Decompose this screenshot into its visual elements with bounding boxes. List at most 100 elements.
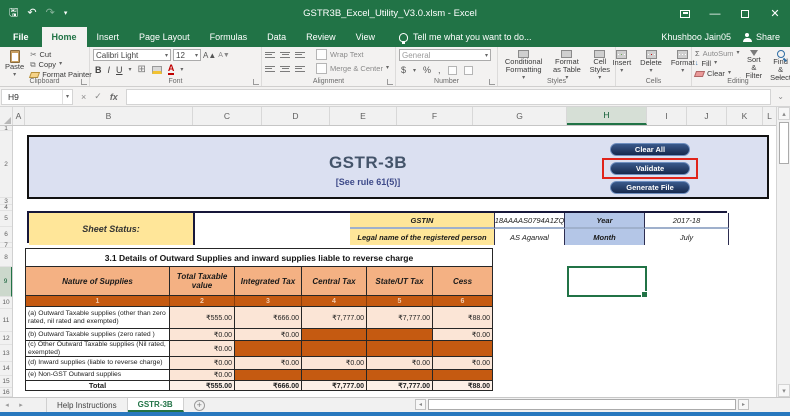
paste-button[interactable]: Paste ▾ (3, 49, 26, 80)
month-value-cell[interactable]: July (645, 229, 729, 245)
font-name-combo[interactable]: Calibri Light ▾ (93, 49, 171, 61)
year-label-cell[interactable]: Year (565, 213, 645, 229)
row-d-igst-cell[interactable]: ₹0.00 (235, 357, 302, 369)
row-header-8[interactable]: 8 (0, 248, 12, 267)
legal-name-value-cell[interactable]: AS Agarwal (495, 229, 565, 245)
column-header-d[interactable]: D (262, 107, 330, 125)
fill-color-icon[interactable] (151, 65, 162, 74)
row-header-10[interactable]: 10 (0, 297, 12, 309)
format-as-table-button[interactable]: Format as Table ▾ (550, 49, 583, 81)
row-d-sgst-cell[interactable]: ₹0.00 (367, 357, 433, 369)
redo-icon[interactable]: ↷ (46, 8, 55, 19)
row-header-11[interactable]: 11 (0, 309, 12, 332)
clear-button[interactable]: Clear ▾ (693, 69, 740, 78)
bold-button[interactable]: B (95, 65, 102, 75)
save-icon[interactable]: 🖫 (9, 8, 18, 19)
column-header-j[interactable]: J (687, 107, 727, 125)
align-right-icon[interactable] (295, 64, 305, 73)
row-a-cgst-cell[interactable]: ₹7,777.00 (302, 307, 367, 328)
column-header-f[interactable]: F (397, 107, 473, 125)
collapse-ribbon-icon[interactable]: ⌃ (776, 76, 782, 84)
shrink-font-icon[interactable]: A▼ (218, 52, 230, 59)
align-bottom-icon[interactable] (295, 50, 305, 59)
sheet-nav-right-icon[interactable]: ▸ (14, 398, 28, 412)
copy-button[interactable]: ⧉ Copy ▾ (30, 60, 92, 69)
delete-cells-button[interactable]: Delete ▾ (638, 49, 664, 76)
accounting-caret-icon[interactable]: ▾ (413, 67, 416, 74)
cancel-icon[interactable]: × (81, 92, 86, 102)
row-a-cess-cell[interactable]: ₹88.00 (433, 307, 492, 328)
month-label-cell[interactable]: Month (565, 229, 645, 245)
column-header-e[interactable]: E (330, 107, 397, 125)
row-b-igst-cell[interactable]: ₹0.00 (235, 329, 302, 340)
row-header-16[interactable]: 16 (0, 388, 12, 397)
legal-name-label-cell[interactable]: Legal name of the registered person (350, 229, 495, 245)
conditional-formatting-button[interactable]: Conditional Formatting ▾ (501, 49, 546, 81)
enter-icon[interactable]: ✓ (94, 91, 102, 102)
column-header-l[interactable]: L (763, 107, 776, 125)
row-b-cess-cell[interactable]: ₹0.00 (433, 329, 492, 340)
clear-all-button[interactable]: Clear All (610, 143, 690, 156)
formula-input[interactable] (125, 88, 772, 105)
share-button[interactable]: Share (742, 32, 780, 42)
column-header-a[interactable]: A (13, 107, 25, 125)
comma-style-icon[interactable]: , (438, 65, 441, 75)
sheet-tab-gstr-3b[interactable]: GSTR-3B (127, 398, 184, 412)
select-all-corner[interactable] (0, 107, 13, 125)
column-header-i[interactable]: I (647, 107, 687, 125)
font-dialog-launcher-icon[interactable] (253, 79, 259, 85)
increase-decimal-icon[interactable] (447, 65, 457, 75)
expand-formula-bar-icon[interactable]: ⌄ (771, 92, 790, 101)
hscroll-right-icon[interactable]: ▸ (738, 399, 749, 410)
fill-button[interactable]: ↓ Fill ▾ (695, 59, 740, 68)
tab-home[interactable]: Home (41, 27, 87, 47)
column-header-c[interactable]: C (193, 107, 262, 125)
wrap-text-button[interactable]: Wrap Text (316, 49, 364, 60)
new-sheet-icon[interactable]: + (193, 399, 205, 411)
number-format-combo[interactable]: General ▾ (399, 49, 491, 61)
tab-file[interactable]: File (0, 27, 42, 47)
autosum-button[interactable]: Σ AutoSum ▾ (695, 49, 740, 58)
column-header-h[interactable]: H (567, 107, 647, 125)
row-header-5[interactable]: 5 (0, 211, 12, 227)
maximize-icon[interactable] (730, 0, 760, 27)
row-header-13[interactable]: 13 (0, 345, 12, 362)
name-box-caret-icon[interactable]: ▾ (61, 89, 72, 104)
row-d-taxable-value-cell[interactable]: ₹0.00 (170, 357, 235, 369)
row-c-taxable-value-cell[interactable]: ₹0.00 (170, 341, 235, 356)
italic-button[interactable]: I (108, 65, 111, 75)
qat-customize-icon[interactable]: ▾ (64, 8, 68, 19)
gstin-value-cell[interactable]: 18AAAAS0794A1ZQ (495, 213, 565, 229)
alignment-dialog-launcher-icon[interactable] (387, 79, 393, 85)
align-middle-icon[interactable] (280, 50, 290, 59)
row-header-9[interactable]: 9 (0, 267, 12, 297)
sheet-tab-help-instructions[interactable]: Help Instructions (46, 398, 128, 412)
insert-cells-button[interactable]: Insert ▾ (610, 49, 633, 76)
undo-icon[interactable]: ↶ (27, 8, 36, 19)
tab-page-layout[interactable]: Page Layout (129, 27, 200, 47)
font-color-icon[interactable]: A (167, 64, 175, 75)
gstin-label-cell[interactable]: GSTIN (350, 213, 495, 229)
row-a-sgst-cell[interactable]: ₹7,777.00 (367, 307, 433, 328)
decrease-decimal-icon[interactable] (463, 65, 473, 75)
borders-icon[interactable]: ⊞ (138, 64, 146, 75)
tab-insert[interactable]: Insert (87, 27, 130, 47)
align-top-icon[interactable] (265, 50, 275, 59)
font-size-combo[interactable]: 12 ▾ (173, 49, 201, 61)
tell-me-box[interactable]: Tell me what you want to do... (399, 27, 532, 47)
align-left-icon[interactable] (265, 64, 275, 73)
generate-file-button[interactable]: Generate File (610, 181, 690, 194)
cut-button[interactable]: ✂ Cut (30, 50, 92, 59)
number-dialog-launcher-icon[interactable] (489, 79, 495, 85)
grow-font-icon[interactable]: A▲ (203, 51, 216, 60)
cell-styles-button[interactable]: Cell Styles ▾ (588, 49, 612, 81)
tab-data[interactable]: Data (257, 27, 296, 47)
close-icon[interactable]: ✕ (760, 0, 790, 27)
horizontal-scrollbar[interactable]: ◂ ▸ (415, 399, 777, 410)
align-center-icon[interactable] (280, 64, 290, 73)
row-header-15[interactable]: 15 (0, 376, 12, 388)
tab-view[interactable]: View (346, 27, 385, 47)
accounting-format-icon[interactable]: $ (401, 65, 406, 75)
sheet-nav-left-icon[interactable]: ◂ (0, 398, 14, 412)
row-header-14[interactable]: 14 (0, 362, 12, 376)
